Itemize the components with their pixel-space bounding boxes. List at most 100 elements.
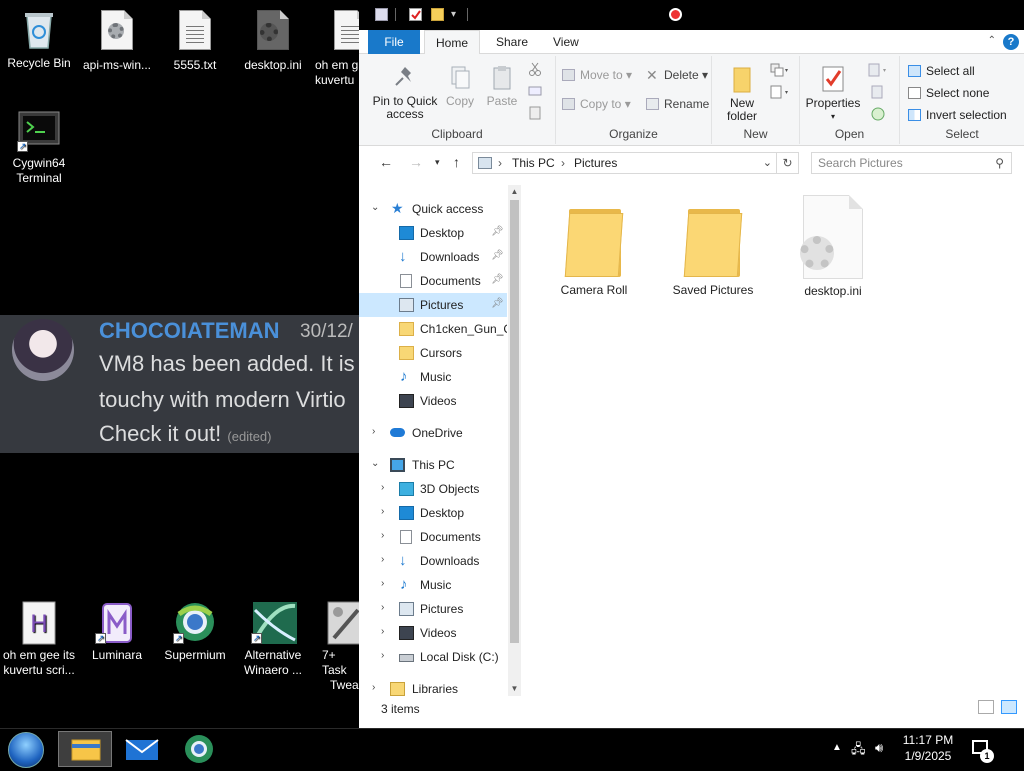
- desktop-icon-5555-txt[interactable]: 5555.txt: [156, 8, 234, 73]
- group-label: Open: [834, 127, 865, 141]
- recent-locations-chevron-icon[interactable]: ▾: [435, 157, 440, 168]
- nav-item-quick-access[interactable]: ⌄ ★ Quick access: [359, 197, 507, 221]
- invert-selection-button[interactable]: Invert selection: [908, 108, 1007, 122]
- address-bar[interactable]: › This PC › Pictures ⌄: [472, 152, 777, 174]
- desktop-icon-7-task-tweak[interactable]: 7+ Task Tweak: [312, 600, 359, 693]
- desktop-icon-cygwin64-terminal[interactable]: ↗ Cygwin64 Terminal: [0, 108, 78, 186]
- button-label: Invert selection: [926, 108, 1007, 122]
- desktop-icon-recycle-bin[interactable]: Recycle Bin: [0, 8, 78, 71]
- nav-item-pictures[interactable]: › Pictures: [359, 597, 507, 621]
- nav-item-desktop[interactable]: › Desktop: [359, 501, 507, 525]
- tab-share[interactable]: Share: [485, 30, 539, 54]
- nav-item-this-pc[interactable]: ⌄ This PC: [359, 453, 507, 477]
- new-folder-quick-icon[interactable]: [431, 8, 444, 21]
- file-item-label: Saved Pictures: [672, 283, 754, 297]
- nav-item-label: Cursors: [420, 346, 463, 360]
- videos-icon: [399, 626, 414, 640]
- show-hidden-icons-chevron-icon[interactable]: ▲: [832, 742, 842, 753]
- forward-arrow-icon[interactable]: →: [409, 154, 423, 170]
- nav-item-desktop[interactable]: Desktop 📌︎: [359, 221, 507, 245]
- chevron-up-icon[interactable]: ⌃: [988, 35, 996, 46]
- pin-to-quick-access-button[interactable]: Pin to Quick access: [371, 64, 439, 121]
- copy-path-button[interactable]: [527, 84, 543, 101]
- nav-item-videos[interactable]: Videos: [359, 389, 507, 413]
- paste-shortcut-button[interactable]: [527, 106, 543, 123]
- desktop-icon-luminara[interactable]: ↗ Luminara: [78, 600, 156, 663]
- pin-icon[interactable]: 📌︎: [491, 250, 504, 261]
- taskbar-supermium[interactable]: [172, 731, 226, 767]
- file-item-camera-roll[interactable]: Camera Roll: [544, 197, 644, 297]
- customize-quick-access-icon[interactable]: ▾: [451, 8, 464, 21]
- new-folder-button[interactable]: New folder: [718, 64, 766, 123]
- nav-item-music[interactable]: ♪ Music: [359, 365, 507, 389]
- taskbar-mail[interactable]: [115, 731, 169, 767]
- easy-access-button[interactable]: [768, 84, 792, 103]
- details-view-icon[interactable]: [978, 700, 994, 714]
- file-item-saved-pictures[interactable]: Saved Pictures: [663, 197, 763, 297]
- move-to-button[interactable]: Move to ▾: [562, 68, 632, 82]
- address-dropdown-chevron-icon[interactable]: ⌄: [763, 153, 772, 173]
- taskbar-file-explorer[interactable]: [58, 731, 112, 767]
- breadcrumb-this-pc[interactable]: This PC: [512, 153, 555, 173]
- nav-item-onedrive[interactable]: › OneDrive: [359, 421, 507, 445]
- pin-icon[interactable]: 📌︎: [491, 274, 504, 285]
- nav-item-cursors[interactable]: Cursors: [359, 341, 507, 365]
- paste-button[interactable]: Paste: [483, 64, 521, 108]
- system-clock[interactable]: 11:17 PM 1/9/2025: [896, 732, 960, 764]
- desktop-icon-alternative-winaero[interactable]: ↗ Alternative Winaero ...: [234, 600, 312, 678]
- pin-icon[interactable]: 📌︎: [491, 298, 504, 309]
- select-all-button[interactable]: Select all: [908, 64, 975, 78]
- open-button[interactable]: [866, 62, 890, 81]
- back-arrow-icon[interactable]: ←: [379, 154, 393, 170]
- large-icons-view-icon[interactable]: [1001, 700, 1017, 714]
- breadcrumb-pictures[interactable]: Pictures: [574, 153, 617, 173]
- nav-item-pictures[interactable]: Pictures 📌︎: [359, 293, 507, 317]
- tab-view[interactable]: View: [542, 30, 590, 54]
- desktop-icon-oh-em-g[interactable]: oh em g kuvertu: [312, 8, 360, 88]
- nav-scrollbar[interactable]: ▲ ▼: [508, 185, 521, 696]
- cut-button[interactable]: [527, 62, 543, 79]
- search-input[interactable]: Search Pictures ⚲: [811, 152, 1012, 174]
- scroll-down-icon[interactable]: ▼: [508, 682, 521, 696]
- nav-item-local-disk[interactable]: › Local Disk (C:): [359, 645, 507, 669]
- properties-button[interactable]: Properties ▾: [804, 64, 862, 123]
- edit-button[interactable]: [866, 84, 890, 103]
- history-button[interactable]: [866, 106, 890, 125]
- tab-file[interactable]: File: [368, 30, 420, 54]
- select-none-button[interactable]: Select none: [908, 86, 989, 100]
- nav-item-videos[interactable]: › Videos: [359, 621, 507, 645]
- nav-item-documents[interactable]: Documents 📌︎: [359, 269, 507, 293]
- tab-home[interactable]: Home: [424, 30, 481, 55]
- nav-item-documents[interactable]: › Documents: [359, 525, 507, 549]
- nav-item-label: Videos: [420, 394, 457, 408]
- volume-icon[interactable]: 🔊︎: [875, 740, 883, 756]
- paste-shortcut-icon: [529, 106, 541, 120]
- rename-button[interactable]: Rename: [646, 97, 709, 111]
- desktop-icon-desktop-ini[interactable]: desktop.ini: [234, 8, 312, 73]
- refresh-button[interactable]: ↻: [777, 152, 799, 174]
- copy-to-button[interactable]: Copy to ▾: [562, 97, 631, 111]
- shortcut-arrow-icon: ↗: [17, 141, 28, 152]
- nav-item-libraries[interactable]: › Libraries: [359, 677, 507, 696]
- properties-quick-icon[interactable]: [409, 8, 422, 21]
- help-icon[interactable]: ?: [1003, 34, 1019, 50]
- network-icon[interactable]: 🖧︎: [851, 740, 866, 762]
- scroll-up-icon[interactable]: ▲: [508, 185, 521, 199]
- nav-item-downloads[interactable]: › ↓ Downloads: [359, 549, 507, 573]
- search-icon: ⚲: [995, 156, 1004, 170]
- nav-item-ch1cken-gun[interactable]: Ch1cken_Gun_C: [359, 317, 507, 341]
- file-item-desktop-ini[interactable]: desktop.ini: [783, 195, 883, 298]
- delete-button[interactable]: ✕ Delete ▾: [646, 68, 708, 82]
- desktop-icon-oh-em-gee-its-kuvertu[interactable]: H oh em gee its kuvertu scri...: [0, 600, 78, 678]
- new-item-button[interactable]: [768, 62, 792, 81]
- nav-item-downloads[interactable]: ↓ Downloads 📌︎: [359, 245, 507, 269]
- nav-item-music[interactable]: › ♪ Music: [359, 573, 507, 597]
- desktop-icon-supermium[interactable]: ↗ Supermium: [156, 600, 234, 663]
- start-button[interactable]: [8, 732, 44, 768]
- nav-item-3d-objects[interactable]: › 3D Objects: [359, 477, 507, 501]
- up-arrow-icon[interactable]: ↑: [453, 154, 460, 170]
- scrollbar-thumb[interactable]: [510, 200, 519, 643]
- pin-icon[interactable]: 📌︎: [491, 226, 504, 237]
- copy-button[interactable]: Copy: [441, 64, 479, 108]
- desktop-icon-api-ms-win[interactable]: api-ms-win...: [78, 8, 156, 73]
